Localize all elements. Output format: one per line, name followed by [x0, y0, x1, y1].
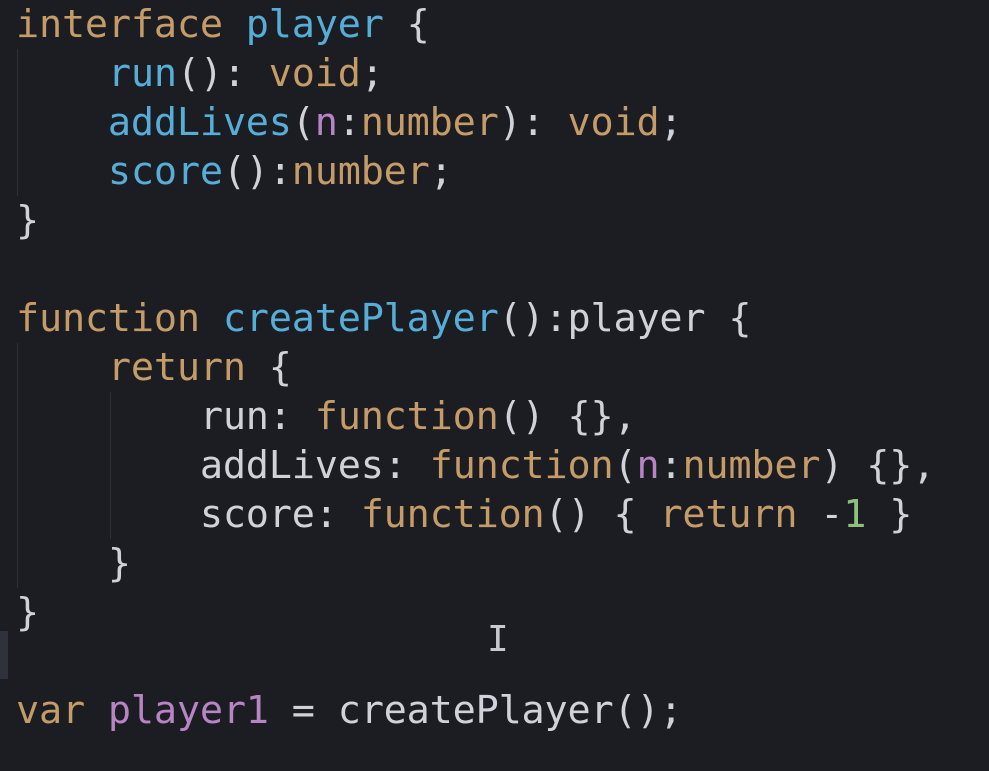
code-line[interactable]: }: [16, 539, 131, 588]
code-line[interactable]: var player1 = createPlayer();: [16, 686, 683, 735]
code-token: }: [16, 590, 39, 635]
code-token: void: [268, 51, 361, 96]
code-token: 1: [843, 492, 867, 537]
code-line[interactable]: function createPlayer():player {: [16, 294, 752, 343]
code-token: {: [245, 345, 292, 390]
code-token: interface: [16, 2, 223, 47]
code-token: ():: [176, 51, 269, 96]
code-line[interactable]: addLives(n:number): void;: [16, 98, 683, 147]
code-token: ;: [429, 149, 453, 194]
code-editor[interactable]: interface player { run(): void; addLives…: [0, 0, 989, 771]
code-token: = createPlayer();: [268, 688, 683, 733]
code-token: function: [360, 492, 545, 537]
code-token: function: [314, 394, 499, 439]
code-token: addLives:: [199, 443, 430, 488]
code-token: n: [636, 443, 660, 488]
code-token: player1: [107, 688, 269, 733]
code-token: {: [383, 2, 430, 47]
code-token: addLives: [107, 100, 292, 145]
code-token: ;: [659, 100, 683, 145]
i-beam-cursor-icon: I: [487, 619, 509, 660]
code-token: :: [659, 443, 683, 488]
code-token: ():: [222, 149, 292, 194]
code-token: number: [360, 100, 499, 145]
code-line[interactable]: addLives: function(n:number) {},: [16, 441, 936, 490]
code-token: () {},: [498, 394, 637, 439]
code-token: ) {},: [820, 443, 936, 488]
code-token: var: [16, 688, 85, 733]
code-token: score:: [199, 492, 361, 537]
code-line[interactable]: run(): void;: [16, 49, 384, 98]
code-line[interactable]: }: [16, 196, 39, 245]
code-token: number: [682, 443, 821, 488]
code-line[interactable]: return {: [16, 343, 292, 392]
code-token: return: [107, 345, 246, 390]
code-token: (: [613, 443, 637, 488]
current-line-gutter-marker: [0, 631, 8, 679]
code-line[interactable]: interface player {: [16, 0, 430, 49]
code-line[interactable]: }: [16, 588, 39, 637]
code-token: :: [337, 100, 361, 145]
code-token: }: [866, 492, 913, 537]
code-token: n: [314, 100, 338, 145]
code-token: function: [429, 443, 614, 488]
code-token: score: [107, 149, 223, 194]
code-token: player: [245, 2, 384, 47]
code-token: }: [16, 198, 39, 243]
code-token: (: [291, 100, 315, 145]
code-token: () {: [544, 492, 660, 537]
code-token: }: [16, 541, 131, 586]
code-token: function: [16, 296, 200, 341]
code-token: run:: [199, 394, 315, 439]
code-token: number: [291, 149, 430, 194]
code-line[interactable]: run: function() {},: [16, 392, 637, 441]
code-token: ():player {: [498, 296, 752, 341]
code-line[interactable]: score: function() { return -1 }: [16, 490, 913, 539]
code-token: createPlayer: [222, 296, 499, 341]
code-token: ):: [498, 100, 568, 145]
code-token: -: [797, 492, 844, 537]
code-token: ;: [360, 51, 384, 96]
code-token: return: [659, 492, 798, 537]
code-line[interactable]: score():number;: [16, 147, 453, 196]
code-token: void: [567, 100, 660, 145]
code-token: run: [107, 51, 177, 96]
